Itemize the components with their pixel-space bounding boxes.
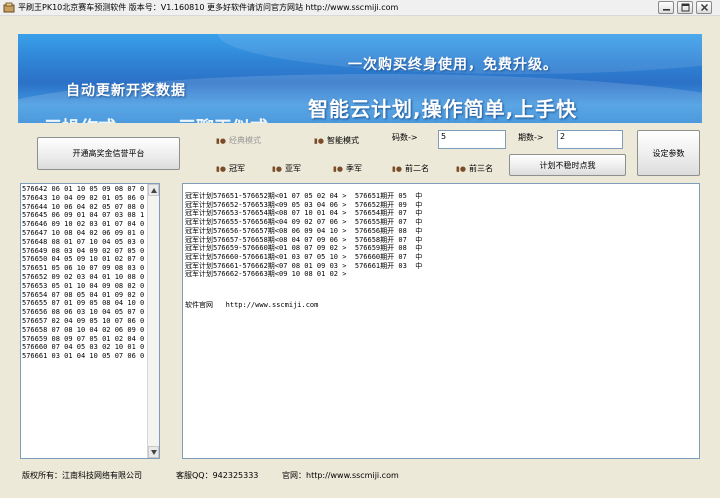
- history-row[interactable]: 576642 06 01 10 05 09 08 07 0: [22, 185, 147, 194]
- position-label: 亚军: [284, 164, 301, 173]
- minimize-icon: [662, 9, 670, 11]
- title-bar: 平刷王PK10北京赛车预测软件 版本号：V1.160810 更多好软件请访问官方…: [0, 0, 720, 16]
- plan-line: 冠军计划576657-576658期<08 04 07 09 06 > 5766…: [185, 235, 423, 244]
- support-qq-text: 客服QQ：942325333: [176, 471, 259, 480]
- history-row[interactable]: 576643 10 04 09 02 01 05 06 0: [22, 194, 147, 203]
- periods-input[interactable]: 2: [557, 130, 623, 149]
- position-label: 前三名: [468, 164, 493, 173]
- history-row[interactable]: 576648 08 01 07 10 04 05 03 0: [22, 238, 147, 247]
- close-button[interactable]: [696, 1, 712, 14]
- history-scrollbar[interactable]: [147, 184, 159, 458]
- banner-slogan-lifetime: 一次购买终身使用，免费升级。: [348, 57, 558, 73]
- scroll-down-button[interactable]: [148, 446, 159, 458]
- position-label: 冠军: [228, 164, 245, 173]
- settings-button[interactable]: 设定参数: [637, 130, 700, 176]
- history-row[interactable]: 576645 06 09 01 04 07 03 08 1: [22, 211, 147, 220]
- open-platform-button[interactable]: 开通高奖金信誉平台: [37, 137, 180, 170]
- digits-input[interactable]: 5: [438, 130, 506, 149]
- history-row[interactable]: 576659 08 09 07 05 01 02 04 0: [22, 335, 147, 344]
- close-icon: [700, 4, 708, 11]
- history-row[interactable]: 576655 07 01 09 05 08 04 10 0: [22, 299, 147, 308]
- history-row[interactable]: 576657 02 04 09 05 10 07 06 0: [22, 317, 147, 326]
- history-row[interactable]: 576646 09 10 02 03 01 07 04 0: [22, 220, 147, 229]
- banner-slogan-cut: 三操作式: [44, 114, 116, 123]
- plan-line: 冠军计划576660-576661期<01 03 07 05 10 > 5766…: [185, 252, 423, 261]
- banner-slogan-cut: 三聊天似式: [178, 114, 268, 123]
- plan-line: 冠军计划576662-576663期<09 10 08 01 02 >: [185, 270, 347, 279]
- app-icon: [3, 2, 15, 13]
- history-row[interactable]: 576653 05 01 10 04 09 08 02 0: [22, 282, 147, 291]
- position-radio-4[interactable]: ▮● 前二名: [392, 163, 429, 174]
- history-row[interactable]: 576651 05 06 10 07 09 08 03 0: [22, 264, 147, 273]
- position-radio-1[interactable]: ▮● 冠军: [216, 163, 245, 174]
- history-row[interactable]: 576649 08 03 04 09 02 07 05 0: [22, 247, 147, 256]
- history-row[interactable]: 576660 07 04 05 03 02 10 01 0: [22, 343, 147, 352]
- radio-glyph-icon: ▮●: [216, 136, 226, 145]
- history-row[interactable]: 576661 03 01 04 10 05 07 06 0: [22, 352, 147, 361]
- history-row[interactable]: 576650 04 05 09 10 01 02 07 0: [22, 255, 147, 264]
- position-label: 季军: [345, 164, 362, 173]
- copyright-text: 版权所有：江南科技网络有限公司: [22, 471, 142, 480]
- radio-glyph-icon: ▮●: [333, 164, 343, 173]
- maximize-icon: [681, 3, 689, 12]
- software-site-line: 软件官网 http://www.sscmiji.com: [185, 301, 319, 309]
- plan-line: 冠军计划576653-576654期<08 07 10 01 04 > 5766…: [185, 209, 423, 218]
- banner-slogan-main: 智能云计划,操作简单,上手快: [308, 97, 578, 121]
- history-row[interactable]: 576656 08 06 03 10 04 05 07 0: [22, 308, 147, 317]
- radio-glyph-icon: ▮●: [314, 136, 324, 145]
- plan-output-lines: 冠军计划576651-576652期<01 07 05 02 04 > 5766…: [185, 192, 422, 279]
- position-radio-2[interactable]: ▮● 亚军: [272, 163, 301, 174]
- draw-history-list[interactable]: 576642 06 01 10 05 09 08 07 0 576643 10 0…: [20, 183, 160, 459]
- radio-glyph-icon: ▮●: [392, 164, 402, 173]
- arrow-down-icon: [150, 449, 157, 455]
- history-row[interactable]: 576647 10 08 04 02 06 09 01 0: [22, 229, 147, 238]
- radio-glyph-icon: ▮●: [272, 164, 282, 173]
- history-row[interactable]: 576652 09 02 03 04 01 10 08 0: [22, 273, 147, 282]
- digits-label: 码数->: [392, 133, 418, 142]
- plan-unstable-button[interactable]: 计划不稳时点我: [509, 154, 626, 176]
- history-row[interactable]: 576644 10 06 04 02 05 07 08 0: [22, 203, 147, 212]
- position-label: 前二名: [404, 164, 429, 173]
- promo-banner: 自动更新开奖数据 一次购买终身使用，免费升级。 智能云计划,操作简单,上手快 三…: [18, 34, 702, 123]
- periods-label: 期数->: [518, 133, 544, 142]
- window-title: 平刷王PK10北京赛车预测软件 版本号：V1.160810 更多好软件请访问官方…: [18, 3, 399, 12]
- plan-line: 冠军计划576659-576660期<01 08 07 09 02 > 5766…: [185, 244, 423, 253]
- plan-output-area[interactable]: 冠军计划576651-576652期<01 07 05 02 04 > 5766…: [182, 183, 700, 459]
- position-radio-3[interactable]: ▮● 季军: [333, 163, 362, 174]
- mode-classic-label: 经典模式: [228, 136, 261, 145]
- history-row[interactable]: 576658 07 08 10 04 02 06 09 0: [22, 326, 147, 335]
- history-row[interactable]: 576654 07 08 05 04 01 09 02 0: [22, 291, 147, 300]
- plan-line: 冠军计划576655-576656期<04 09 02 07 06 > 5766…: [185, 218, 423, 227]
- history-rows: 576642 06 01 10 05 09 08 07 0 576643 10 0…: [22, 185, 147, 361]
- plan-line: 冠军计划576651-576652期<01 07 05 02 04 > 5766…: [185, 192, 423, 200]
- maximize-button[interactable]: [677, 1, 693, 14]
- banner-slogan-update: 自动更新开奖数据: [66, 83, 186, 99]
- mode-classic-radio[interactable]: ▮● 经典模式: [216, 135, 261, 146]
- position-radio-5[interactable]: ▮● 前三名: [456, 163, 493, 174]
- radio-glyph-icon: ▮●: [216, 164, 226, 173]
- plan-line: 冠军计划576656-576657期<08 06 09 04 10 > 5766…: [185, 226, 423, 235]
- radio-glyph-icon: ▮●: [456, 164, 466, 173]
- official-site-text: 官网：http://www.sscmiji.com: [282, 471, 399, 480]
- minimize-button[interactable]: [658, 1, 674, 14]
- scroll-up-button[interactable]: [148, 184, 159, 196]
- mode-smart-radio[interactable]: ▮● 智能模式: [314, 135, 359, 146]
- arrow-up-icon: [150, 187, 157, 193]
- mode-smart-label: 智能模式: [326, 136, 359, 145]
